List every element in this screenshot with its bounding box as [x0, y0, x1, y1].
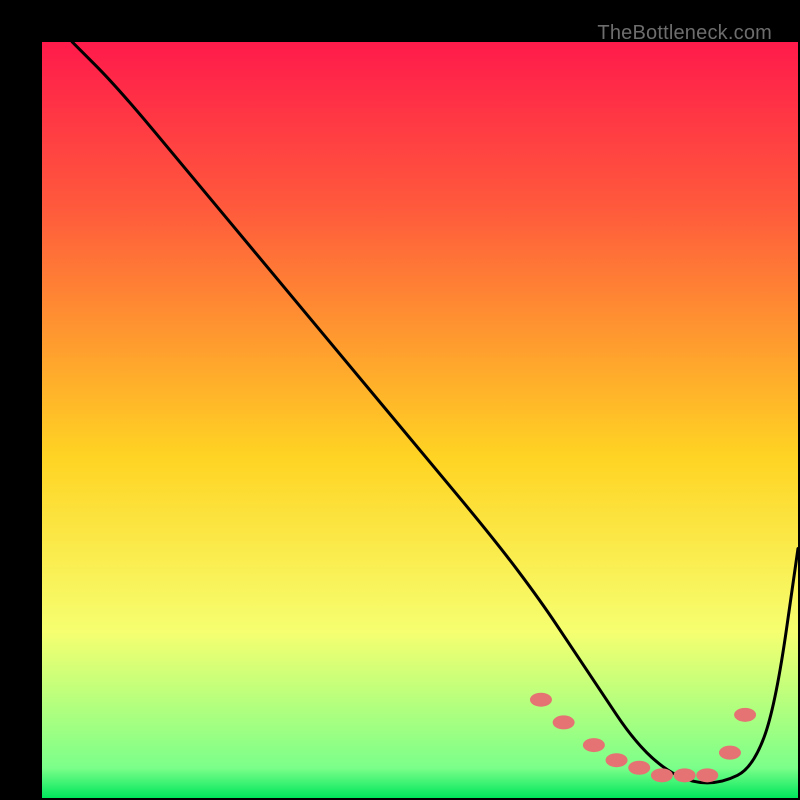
- highlight-dot: [530, 693, 552, 707]
- highlight-dot: [696, 768, 718, 782]
- highlight-dot: [553, 715, 575, 729]
- gradient-background: [42, 42, 798, 798]
- bottleneck-chart: [42, 42, 798, 798]
- chart-frame: TheBottleneck.com: [20, 20, 780, 780]
- highlight-dot: [719, 746, 741, 760]
- highlight-dot: [628, 761, 650, 775]
- highlight-dot: [674, 768, 696, 782]
- highlight-dot: [583, 738, 605, 752]
- highlight-dot: [606, 753, 628, 767]
- highlight-dot: [651, 768, 673, 782]
- plot-area: [42, 42, 798, 798]
- highlight-dot: [734, 708, 756, 722]
